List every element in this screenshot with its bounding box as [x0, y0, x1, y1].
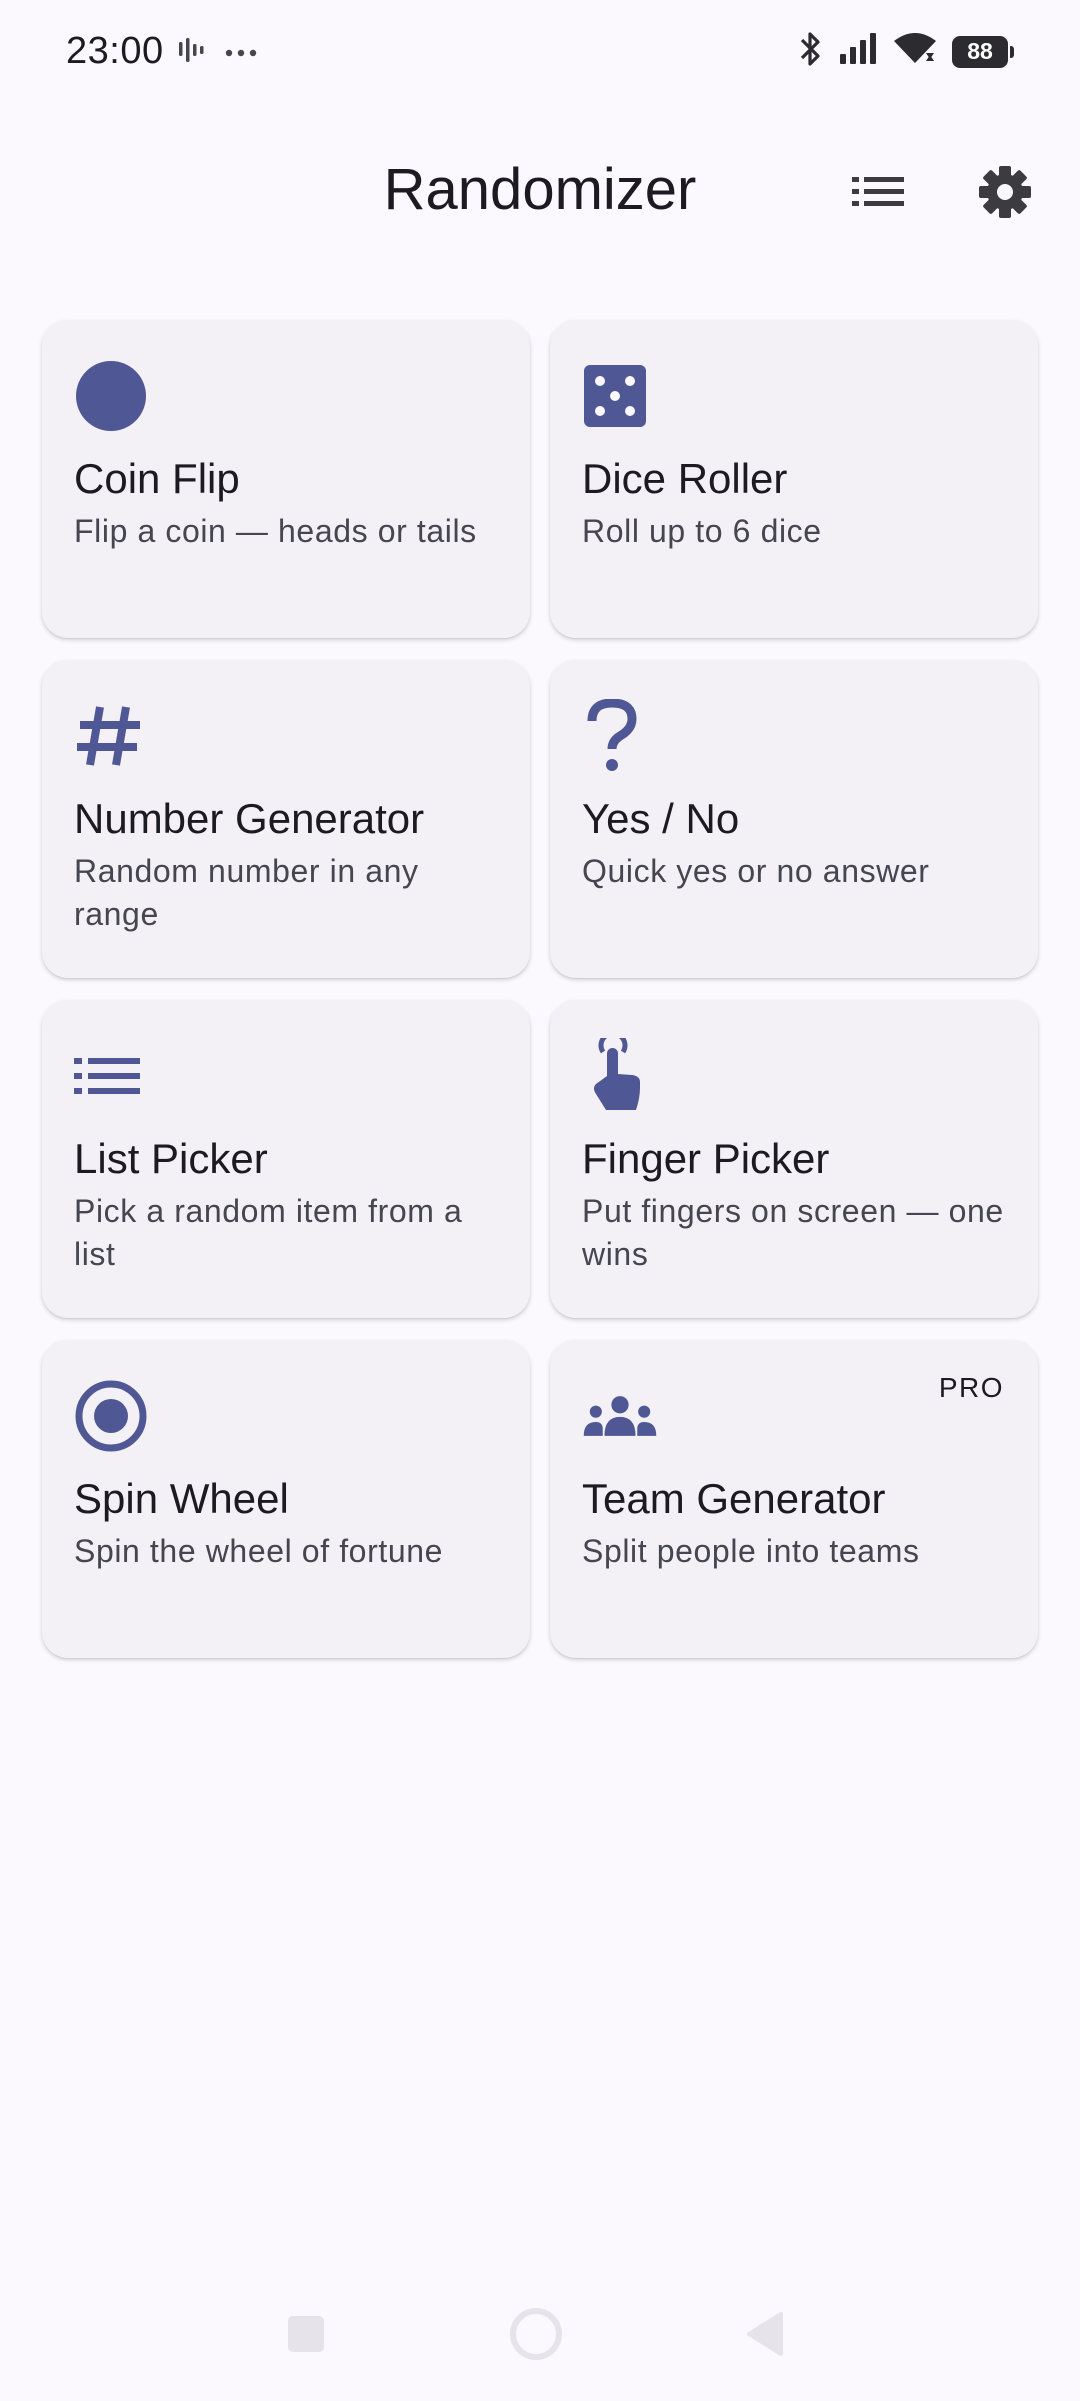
voicemail-bars-icon — [176, 36, 206, 71]
tool-description: Split people into teams — [582, 1533, 920, 1570]
tool-title: Finger Picker — [582, 1135, 830, 1182]
tool-card-list-picker[interactable]: List Picker Pick a random item from a li… — [42, 1000, 530, 1318]
tool-title: Number Generator — [74, 795, 425, 842]
circle-icon — [508, 2306, 564, 2367]
home-button[interactable] — [501, 2301, 571, 2371]
tool-description: Spin the wheel of fortune — [74, 1533, 444, 1570]
tool-card-finger-picker[interactable]: Finger Picker Put fingers on screen — on… — [550, 1000, 1038, 1318]
tool-card-coin-flip[interactable]: Coin Flip Flip a coin — heads or tails — [42, 320, 530, 638]
tool-description: Put fingers on screen — one wins — [582, 1193, 1004, 1273]
tool-description: Pick a random item from a list — [74, 1193, 463, 1273]
tool-title: Team Generator — [582, 1475, 886, 1522]
gear-icon — [978, 165, 1032, 224]
tool-title: Dice Roller — [582, 455, 788, 502]
tool-card-number-generator[interactable]: Number Generator Random number in any ra… — [42, 660, 530, 978]
more-dots-icon — [224, 45, 258, 63]
bluetooth-icon — [798, 30, 824, 73]
pro-badge: PRO — [938, 1372, 1004, 1403]
app-bar: Randomizer — [0, 130, 1080, 260]
tool-title: List Picker — [74, 1135, 268, 1182]
target-icon — [74, 1378, 150, 1454]
dice-icon — [582, 358, 658, 434]
tool-card-dice-roller[interactable]: Dice Roller Roll up to 6 dice — [550, 320, 1038, 638]
tool-card-yes-no[interactable]: Yes / No Quick yes or no answer — [550, 660, 1038, 978]
status-system-icons: 88 — [798, 30, 1014, 73]
tool-card-team-generator[interactable]: PRO Team Generator Split people into tea… — [550, 1340, 1038, 1658]
square-icon — [284, 2312, 328, 2361]
touch-icon — [582, 1038, 658, 1114]
tool-description: Roll up to 6 dice — [582, 513, 822, 550]
hash-icon — [74, 698, 150, 774]
question-icon — [582, 698, 658, 774]
tool-title: Yes / No — [582, 795, 740, 842]
back-button[interactable] — [730, 2301, 800, 2371]
triangle-back-icon — [743, 2310, 787, 2363]
list-icon — [74, 1038, 150, 1114]
status-time: 23:00 — [66, 30, 164, 72]
history-button[interactable] — [838, 154, 918, 234]
settings-button[interactable] — [965, 154, 1045, 234]
tool-description: Quick yes or no answer — [582, 853, 930, 890]
list-icon — [852, 175, 904, 214]
tool-description: Random number in any range — [74, 853, 419, 933]
coin-icon — [74, 358, 150, 434]
tool-card-spin-wheel[interactable]: Spin Wheel Spin the wheel of fortune — [42, 1340, 530, 1658]
tool-title: Coin Flip — [74, 455, 240, 502]
groups-icon — [582, 1378, 658, 1454]
tool-grid: Coin Flip Flip a coin — heads or tails D… — [42, 320, 1038, 1658]
system-nav-bar — [0, 2281, 1080, 2401]
signal-icon — [838, 32, 878, 71]
status-bar: 23:00 88 — [0, 0, 1080, 106]
battery-icon: 88 — [952, 35, 1014, 68]
tool-title: Spin Wheel — [74, 1475, 289, 1522]
status-notification-icons — [176, 36, 258, 71]
recents-button[interactable] — [271, 2301, 341, 2371]
page-title: Randomizer — [383, 157, 697, 222]
wifi-icon — [892, 31, 938, 72]
tool-description: Flip a coin — heads or tails — [74, 513, 477, 550]
